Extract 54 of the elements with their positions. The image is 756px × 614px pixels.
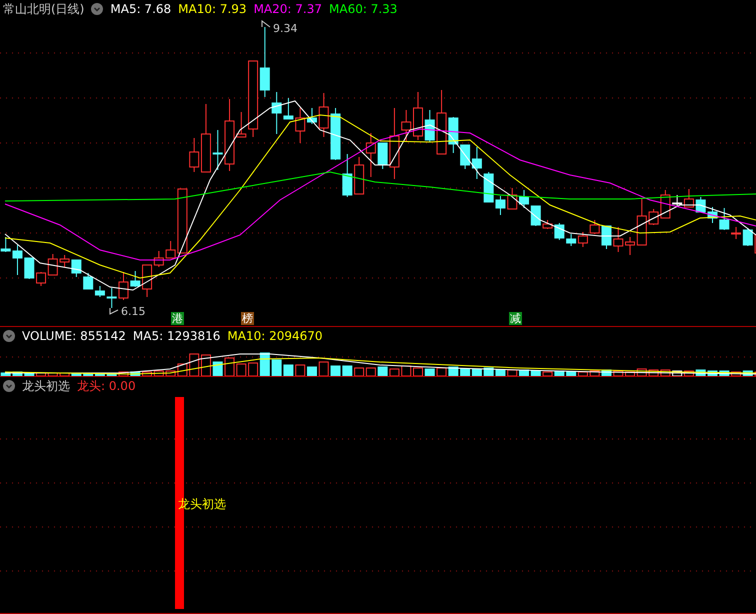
chart-title: 常山北明(日线) (3, 0, 84, 18)
volume-bar (318, 362, 329, 376)
volume-bar (212, 362, 223, 376)
leader-line (110, 308, 118, 315)
candlestick (94, 286, 105, 298)
collapse-icon[interactable] (91, 3, 104, 15)
leader-line (262, 20, 270, 28)
candlestick (460, 144, 470, 170)
candlestick (212, 130, 223, 170)
candlestick (330, 108, 341, 160)
signal-tag: 榜 (241, 312, 254, 325)
legend-value: VOLUME: 855142 (22, 329, 126, 343)
price-label: 6.15 (121, 305, 146, 318)
candlestick (24, 258, 34, 280)
candlestick (708, 206, 718, 224)
candlestick (60, 254, 70, 268)
legend-value: MA10: 7.93 (178, 2, 247, 16)
candlestick (566, 234, 576, 246)
collapse-icon[interactable] (3, 330, 15, 342)
indicator-value: 龙头: 0.00 (77, 378, 136, 394)
signal-tag: 减 (509, 312, 522, 325)
legend-value: MA60: 7.33 (329, 2, 398, 16)
legend-value: MA10: 2094670 (227, 329, 323, 343)
candlestick (354, 156, 364, 194)
signal-tag: 港 (171, 312, 184, 325)
candlestick (106, 288, 117, 308)
candlestick (613, 226, 624, 252)
candlestick (472, 146, 482, 180)
candlestick (507, 188, 518, 210)
indicator-title: 龙头初选 (22, 378, 70, 394)
candlestick (83, 272, 94, 290)
collapse-icon[interactable] (3, 380, 15, 392)
candlestick (401, 110, 412, 142)
candlestick (519, 190, 530, 208)
candlestick (318, 92, 329, 138)
candlestick (413, 92, 423, 140)
volume-bar (200, 354, 211, 376)
candlestick (424, 110, 435, 142)
candlestick (578, 232, 588, 248)
candlestick (366, 132, 376, 178)
volume-bar (189, 354, 200, 376)
candlestick (130, 270, 140, 288)
legend-value: MA5: 7.68 (110, 2, 172, 16)
legend-value: MA20: 7.37 (254, 2, 322, 16)
legend-value: MA5: 1293816 (132, 329, 220, 343)
candlestick (719, 208, 730, 230)
candlestick (260, 26, 270, 98)
volume-bar (295, 364, 306, 376)
candlestick (696, 196, 706, 212)
candlestick (342, 154, 352, 198)
price-label: 9.34 (273, 22, 298, 35)
candlestick (118, 272, 128, 300)
candlestick (71, 260, 82, 278)
candlestick (530, 206, 541, 226)
